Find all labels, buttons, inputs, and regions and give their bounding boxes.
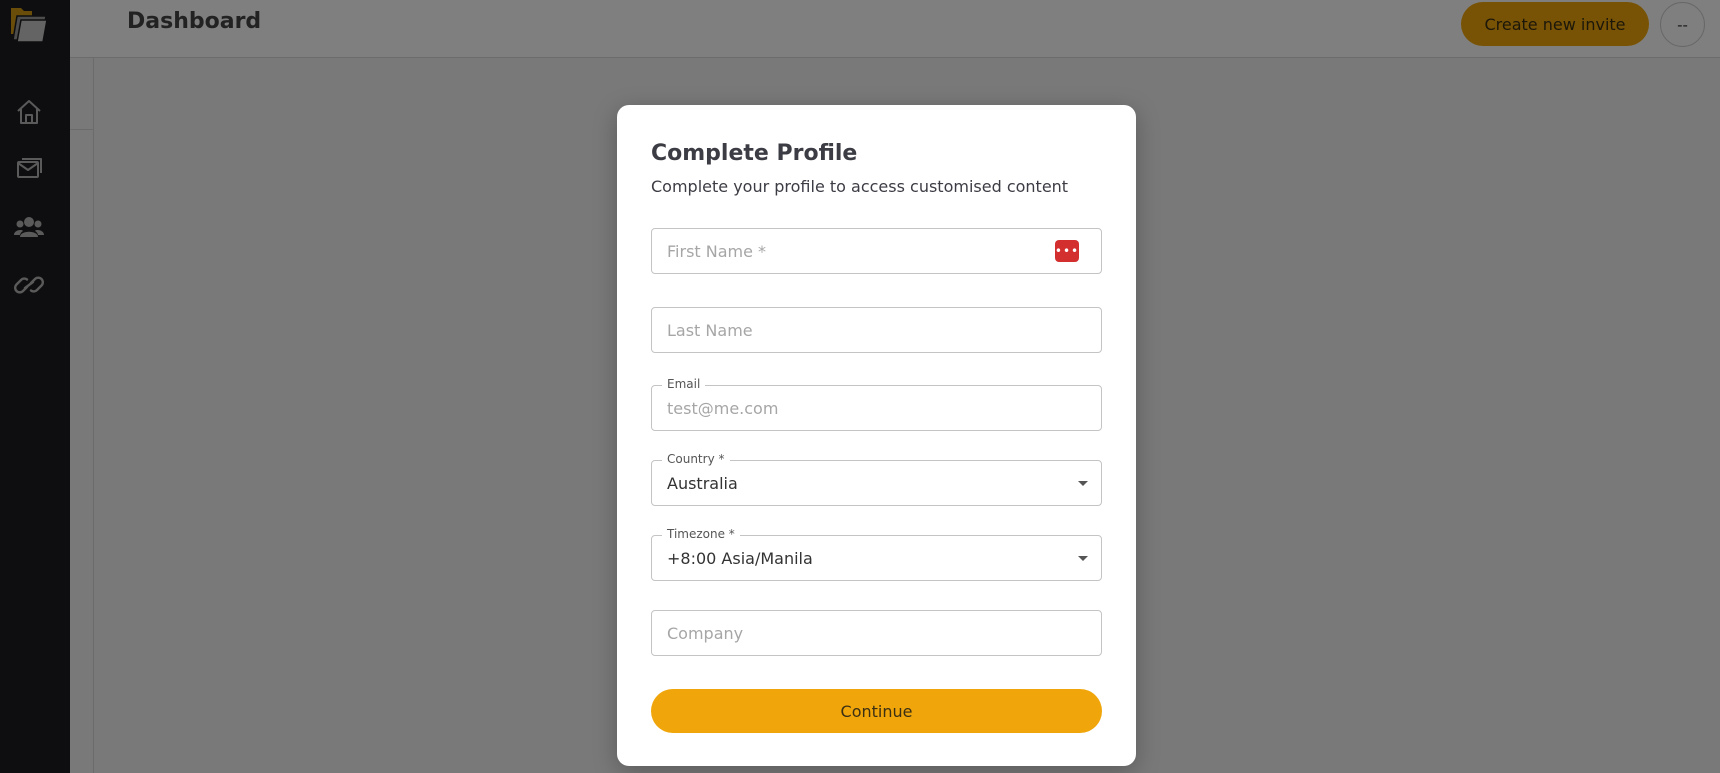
first-name-field[interactable]: First Name * ••• (651, 228, 1102, 274)
email-placeholder: test@me.com (667, 399, 779, 418)
country-value: Australia (667, 474, 738, 493)
continue-button[interactable]: Continue (651, 689, 1102, 733)
country-select[interactable]: Country * Australia (651, 452, 1102, 506)
company-placeholder: Company (667, 624, 744, 643)
timezone-value: +8:00 Asia/Manila (667, 549, 813, 568)
chevron-down-icon (1078, 556, 1088, 561)
dialog-title: Complete Profile (651, 141, 858, 166)
dialog-subtitle: Complete your profile to access customis… (651, 177, 1069, 196)
timezone-select[interactable]: Timezone * +8:00 Asia/Manila (651, 527, 1102, 581)
complete-profile-dialog: Complete Profile Complete your profile t… (617, 105, 1136, 766)
country-label: Country * (662, 452, 730, 466)
email-field[interactable]: Email test@me.com (651, 377, 1102, 431)
email-label: Email (662, 377, 706, 391)
first-name-placeholder: First Name * (667, 242, 767, 261)
last-name-field[interactable]: Last Name (651, 307, 1102, 353)
timezone-label: Timezone * (662, 527, 740, 541)
last-name-placeholder: Last Name (667, 321, 753, 340)
chevron-down-icon (1078, 481, 1088, 486)
password-manager-icon[interactable]: ••• (1055, 240, 1079, 262)
company-field[interactable]: Company (651, 610, 1102, 656)
